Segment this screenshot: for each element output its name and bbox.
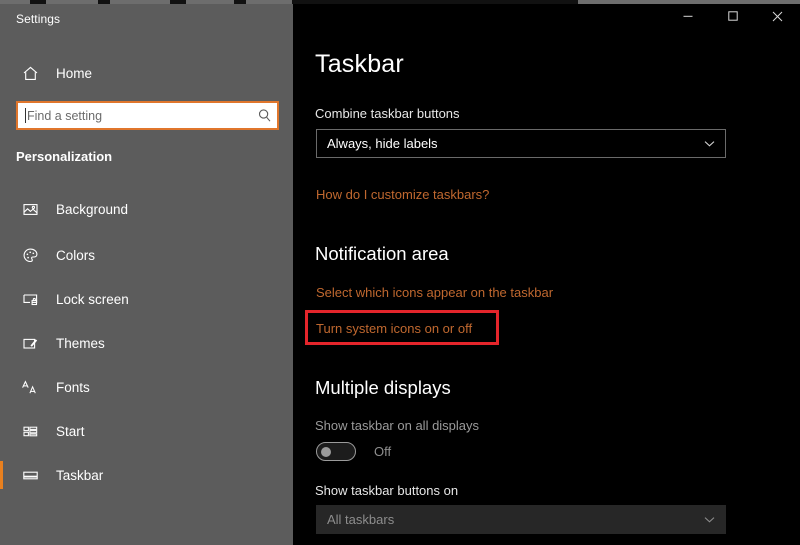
sidebar-item-label: Fonts	[56, 379, 90, 395]
sidebar-item-taskbar[interactable]: Taskbar	[0, 454, 293, 496]
sidebar: Settings Home Personalizatio	[0, 4, 293, 545]
toggle-state-label: Off	[374, 444, 392, 459]
turn-system-icons-link[interactable]: Turn system icons on or off	[316, 321, 472, 336]
search-icon[interactable]	[251, 108, 277, 123]
taskbar-icon	[17, 467, 43, 484]
toggle-knob	[321, 447, 331, 457]
fonts-icon	[17, 379, 43, 396]
settings-window: Settings Home Personalizatio	[0, 0, 800, 545]
selection-accent-bar	[0, 329, 3, 357]
sidebar-item-fonts[interactable]: Fonts	[0, 366, 293, 408]
selection-accent-bar	[0, 285, 3, 313]
app-title: Settings	[16, 12, 61, 26]
page-title: Taskbar	[315, 50, 404, 78]
sidebar-item-background[interactable]: Background	[0, 188, 293, 230]
combine-taskbar-buttons-label: Combine taskbar buttons	[315, 106, 460, 121]
show-taskbar-buttons-on-dropdown[interactable]: All taskbars	[316, 505, 726, 534]
multiple-displays-heading: Multiple displays	[315, 377, 451, 398]
chevron-down-icon	[703, 130, 716, 157]
brush-icon	[17, 335, 43, 352]
sidebar-item-lock-screen[interactable]: Lock screen	[0, 278, 293, 320]
selection-accent-bar	[0, 241, 3, 269]
show-taskbar-all-displays-label: Show taskbar on all displays	[315, 418, 480, 433]
selection-accent-bar	[0, 417, 3, 445]
sidebar-item-themes[interactable]: Themes	[0, 322, 293, 364]
selection-accent-bar	[0, 195, 3, 223]
sidebar-section-header: Personalization	[16, 149, 113, 164]
sidebar-item-label: Start	[56, 423, 85, 439]
dropdown-value: All taskbars	[327, 512, 395, 527]
chevron-down-icon	[703, 506, 716, 533]
sidebar-item-start[interactable]: Start	[0, 410, 293, 452]
start-tiles-icon	[17, 423, 43, 440]
sidebar-item-label: Background	[56, 201, 129, 217]
image-icon	[17, 201, 43, 218]
selection-accent-bar	[0, 59, 3, 87]
sidebar-item-label: Lock screen	[56, 291, 129, 307]
customize-taskbars-link[interactable]: How do I customize taskbars?	[316, 187, 489, 202]
notification-area-heading: Notification area	[315, 243, 449, 264]
show-taskbar-all-displays-toggle[interactable]	[316, 442, 356, 461]
dropdown-value: Always, hide labels	[327, 136, 438, 151]
lock-screen-icon	[17, 291, 43, 308]
sidebar-item-home[interactable]: Home	[0, 52, 293, 94]
palette-icon	[17, 247, 43, 264]
main-content: Taskbar Combine taskbar buttons Always, …	[305, 0, 800, 545]
selection-accent-bar	[0, 373, 3, 401]
selection-accent-bar	[0, 461, 3, 489]
sidebar-item-label: Themes	[56, 335, 105, 351]
search-input[interactable]	[26, 108, 251, 123]
show-taskbar-buttons-on-label: Show taskbar buttons on	[315, 483, 459, 498]
combine-taskbar-buttons-dropdown[interactable]: Always, hide labels	[316, 129, 726, 158]
search-box[interactable]	[16, 101, 279, 130]
sidebar-item-colors[interactable]: Colors	[0, 234, 293, 276]
select-icons-link[interactable]: Select which icons appear on the taskbar	[316, 285, 553, 300]
sidebar-item-label: Taskbar	[56, 467, 104, 483]
sidebar-item-label: Colors	[56, 247, 96, 263]
show-taskbar-all-displays-toggle-row[interactable]: Off	[316, 442, 391, 461]
sidebar-item-label: Home	[56, 65, 93, 81]
home-icon	[17, 65, 43, 82]
